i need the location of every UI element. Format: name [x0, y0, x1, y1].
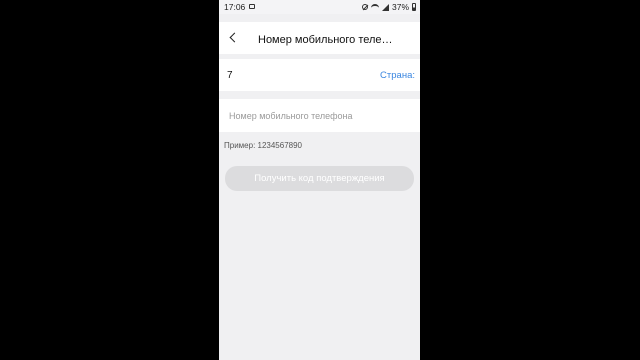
country-code: 7 — [227, 70, 233, 81]
page-title: Номер мобильного теле… — [258, 34, 393, 46]
status-icons: 37% — [361, 2, 416, 12]
app-header: Номер мобильного теле… — [219, 22, 420, 54]
get-code-button[interactable]: Получить код подтверждения — [225, 166, 414, 191]
status-time: 17:06 — [224, 2, 246, 12]
battery-percent: 37% — [391, 2, 409, 12]
country-selector-row[interactable]: 7 Страна: — [219, 59, 420, 91]
country-select-link[interactable]: Страна: — [380, 70, 415, 81]
notification-icon — [249, 4, 255, 9]
wifi-icon — [370, 4, 379, 10]
mute-icon — [361, 4, 368, 10]
back-button[interactable] — [227, 31, 241, 45]
status-bar: 17:06 37% — [219, 0, 420, 14]
battery-icon — [412, 3, 416, 11]
chevron-left-icon — [229, 32, 240, 43]
phone-number-input[interactable] — [219, 99, 420, 132]
example-hint: Пример: 1234567890 — [224, 141, 303, 150]
phone-screen: 17:06 37% Номер мобильного теле… 7 Стран… — [219, 0, 420, 360]
signal-icon — [381, 3, 389, 11]
